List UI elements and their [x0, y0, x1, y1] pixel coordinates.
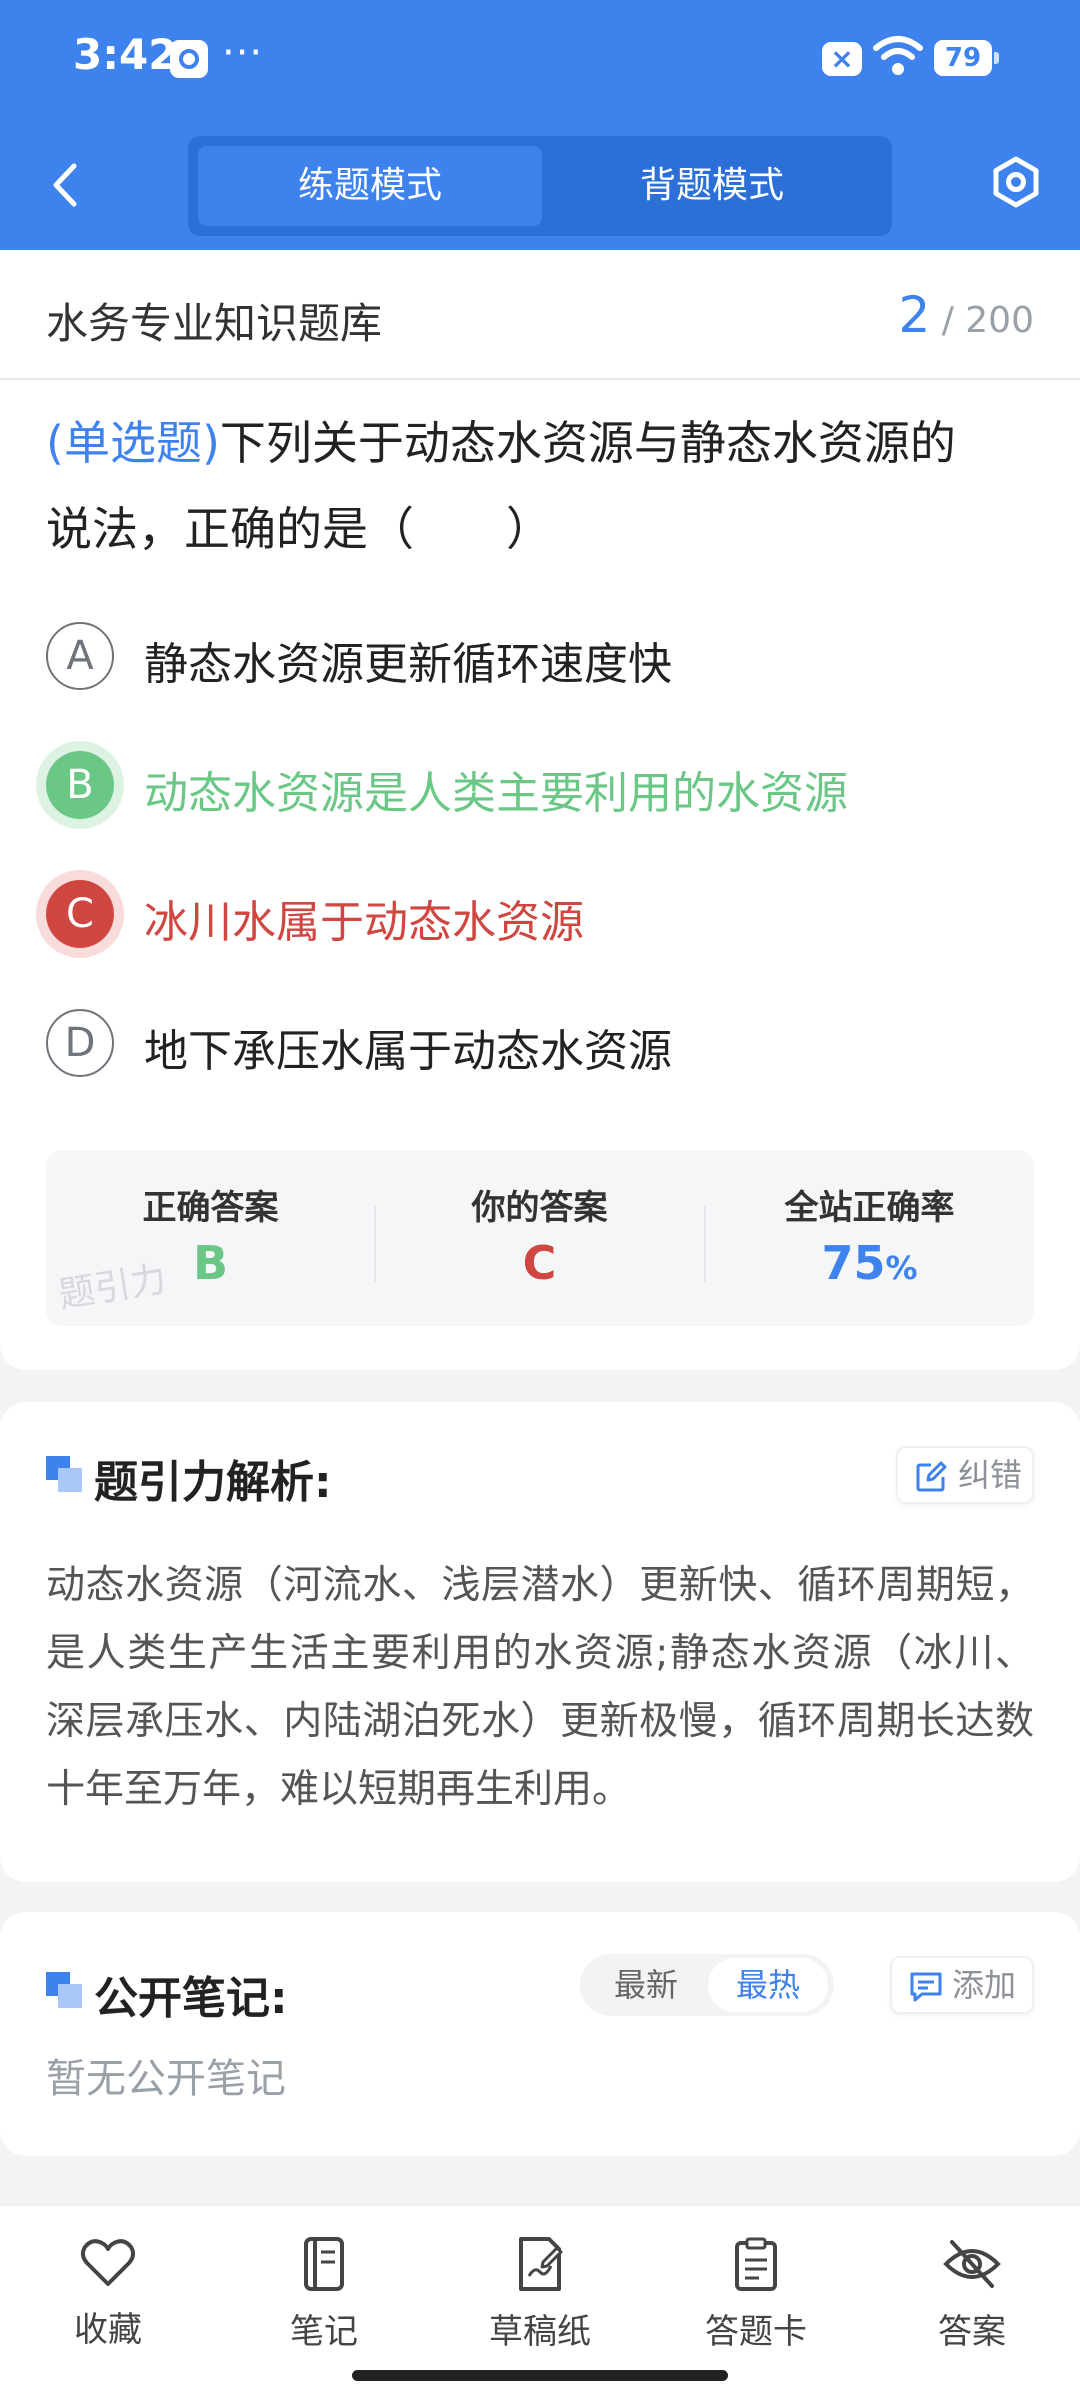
mode-switch: 练题模式 背题模式 — [188, 136, 892, 236]
comment-icon — [910, 1972, 942, 2002]
show-answer-label: 答案 — [938, 2312, 1006, 2352]
option-letter: B — [46, 751, 114, 819]
your-answer-value: C — [522, 1236, 557, 1290]
accuracy-stat: 全站正确率 75% — [705, 1150, 1034, 1326]
favorite-label: 收藏 — [74, 2310, 142, 2350]
accuracy-label: 全站正确率 — [784, 1188, 955, 1228]
accuracy-value: 75% — [705, 1236, 1034, 1290]
home-indicator[interactable] — [352, 2370, 728, 2381]
answer-sheet-button[interactable]: 答题卡 — [676, 2226, 836, 2376]
empty-notes-text: 暂无公开笔记 — [46, 2056, 286, 2102]
app-notification-icon — [170, 40, 208, 78]
question-counter: 2 / 200 — [898, 286, 1034, 344]
question-line-1: 下列关于动态水资源与静态水资源的 — [219, 416, 956, 470]
sort-hottest-tab[interactable]: 最热 — [708, 1958, 828, 2012]
option-text: 动态水资源是人类主要利用的水资源 — [144, 768, 848, 819]
notes-sort-tabs: 最新 最热 — [580, 1954, 834, 2016]
chevron-left-icon — [53, 163, 77, 207]
notebook-icon — [304, 2237, 344, 2291]
divider — [0, 378, 1080, 380]
option-text: 静态水资源更新循环速度快 — [144, 639, 672, 690]
option-text: 地下承压水属于动态水资源 — [144, 1026, 672, 1077]
question-type: (单选题) — [46, 416, 220, 470]
your-answer-label: 你的答案 — [471, 1188, 608, 1228]
report-error-label: 纠错 — [958, 1456, 1023, 1494]
answer-sheet-icon — [735, 2237, 777, 2291]
more-notifications-icon: ··· — [222, 30, 264, 76]
option-c[interactable]: C 冰川水属于动态水资源 — [46, 876, 1026, 956]
status-time: 3:42 — [73, 30, 178, 79]
question-text: (单选题)下列关于动态水资源与静态水资源的 说法，正确的是（ ） — [46, 400, 1040, 572]
accuracy-unit: % — [885, 1249, 918, 1287]
option-a[interactable]: A 静态水资源更新循环速度快 — [46, 618, 1026, 698]
wifi-icon — [873, 36, 923, 75]
sort-latest-tab[interactable]: 最新 — [586, 1958, 706, 2012]
option-text: 冰川水属于动态水资源 — [144, 897, 584, 948]
edit-icon — [916, 1461, 947, 1492]
battery-icon: 79 — [934, 40, 999, 76]
your-answer-stat: 你的答案 C — [375, 1150, 704, 1326]
back-button[interactable] — [40, 150, 90, 220]
eye-off-icon — [943, 2240, 1001, 2288]
answer-sheet-label: 答题卡 — [705, 2312, 807, 2352]
report-error-button[interactable]: 纠错 — [896, 1446, 1034, 1504]
show-answer-button[interactable]: 答案 — [892, 2226, 1052, 2376]
question-card: 水务专业知识题库 2 / 200 (单选题)下列关于动态水资源与静态水资源的 说… — [0, 250, 1080, 1370]
section-icon — [46, 1972, 82, 2008]
draft-paper-button[interactable]: 草稿纸 — [460, 2226, 620, 2376]
draft-paper-label: 草稿纸 — [489, 2312, 591, 2352]
total-questions: / 200 — [941, 300, 1034, 341]
settings-icon[interactable] — [988, 154, 1044, 210]
option-b[interactable]: B 动态水资源是人类主要利用的水资源 — [46, 747, 1026, 827]
notes-title: 公开笔记: — [94, 1973, 288, 2024]
option-d[interactable]: D 地下承压水属于动态水资源 — [46, 1005, 1026, 1085]
analysis-text: 动态水资源（河流水、浅层潜水）更新快、循环周期短，是人类生产生活主要利用的水资源… — [46, 1563, 1034, 1812]
question-line-2: 说法，正确的是（ ） — [46, 502, 552, 556]
add-note-button[interactable]: 添加 — [890, 1956, 1034, 2014]
favorite-button[interactable]: 收藏 — [28, 2226, 188, 2376]
notes-button[interactable]: 笔记 — [244, 2226, 404, 2376]
section-icon — [46, 1456, 82, 1492]
tab-memorize-mode[interactable]: 背题模式 — [542, 146, 882, 226]
notes-label: 笔记 — [290, 2312, 358, 2352]
option-letter: C — [46, 880, 114, 948]
option-letter: A — [46, 622, 114, 690]
answer-result-panel: 正确答案 B 你的答案 C 全站正确率 75% 题引力 — [46, 1150, 1034, 1326]
status-bar: 3:42 ··· × 79 — [0, 0, 1080, 120]
add-note-label: 添加 — [952, 1966, 1017, 2004]
draft-icon — [519, 2237, 563, 2291]
option-letter: D — [46, 1009, 114, 1077]
question-bank-title: 水务专业知识题库 — [46, 299, 383, 348]
analysis-title: 题引力解析: — [94, 1457, 332, 1508]
analysis-card: 题引力解析: 纠错 动态水资源（河流水、浅层潜水）更新快、循环周期短，是人类生产… — [0, 1402, 1080, 1882]
public-notes-card: 公开笔记: 最新 最热 添加 暂无公开笔记 — [0, 1912, 1080, 2156]
current-question-number: 2 — [898, 286, 931, 344]
tab-practice-mode[interactable]: 练题模式 — [198, 146, 542, 226]
accuracy-number: 75 — [821, 1236, 886, 1290]
no-sim-icon: × — [822, 42, 862, 76]
app-header: 3:42 ··· × 79 练题模式 背题模式 — [0, 0, 1080, 250]
correct-answer-label: 正确答案 — [142, 1188, 279, 1228]
heart-icon — [80, 2239, 136, 2286]
